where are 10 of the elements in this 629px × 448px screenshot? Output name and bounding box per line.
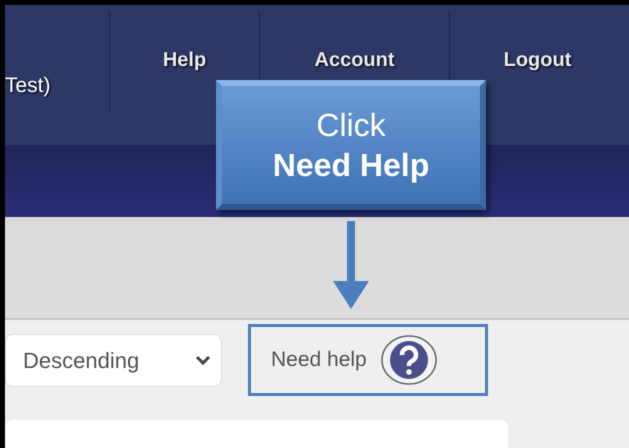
chevron-down-icon (195, 354, 211, 366)
callout-bold-text: Need Help (272, 146, 430, 185)
nav-link[interactable]: Account (314, 45, 394, 75)
sort-select[interactable]: Descending (5, 334, 222, 386)
help-icon (380, 335, 437, 385)
user-label: Test) (5, 72, 51, 98)
callout-text: Click (316, 106, 386, 145)
nav-link[interactable]: Logout (504, 45, 572, 75)
nav-link[interactable]: Help (162, 45, 206, 75)
need-help-link[interactable]: Need help (271, 344, 367, 376)
